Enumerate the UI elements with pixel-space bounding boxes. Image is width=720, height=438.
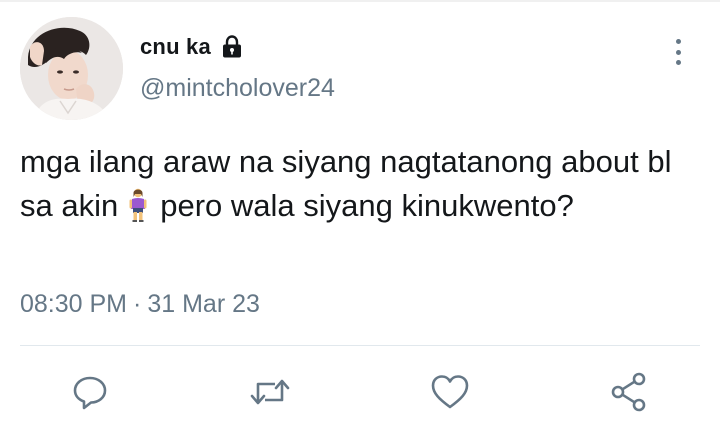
dot (675, 60, 681, 65)
lock-icon (219, 34, 245, 60)
divider (20, 345, 700, 346)
retweet-icon (248, 372, 292, 417)
woman-standing-emoji (126, 188, 150, 222)
comment-icon (70, 372, 110, 417)
tweet-date: 31 Mar 23 (147, 290, 260, 318)
top-border (0, 0, 720, 2)
like-button[interactable] (428, 372, 472, 416)
share-button[interactable] (608, 372, 652, 416)
user-handle[interactable]: @mintcholover24 (140, 74, 335, 103)
heart-icon (429, 372, 471, 417)
tweet-text: mga ilang araw na siyang nagtatanong abo… (20, 140, 680, 228)
action-bar (0, 370, 720, 420)
timestamp[interactable]: 08:30 PM · 31 Mar 23 (20, 290, 260, 319)
tweet-card: cnu ka @mintcholover24 mga ilang araw na… (0, 0, 720, 438)
timestamp-separator: · (133, 290, 142, 318)
tweet-time: 08:30 PM (20, 290, 128, 318)
more-options-icon[interactable] (666, 37, 690, 67)
name-row: cnu ka (140, 32, 245, 62)
dot (675, 49, 681, 55)
dot (675, 39, 681, 44)
tweet-text-part-2: pero wala siyang kinukwento? (160, 188, 574, 223)
avatar[interactable] (20, 17, 123, 120)
reply-button[interactable] (68, 372, 112, 416)
share-icon (609, 371, 651, 418)
display-name[interactable]: cnu ka (140, 34, 211, 60)
retweet-button[interactable] (248, 372, 292, 416)
